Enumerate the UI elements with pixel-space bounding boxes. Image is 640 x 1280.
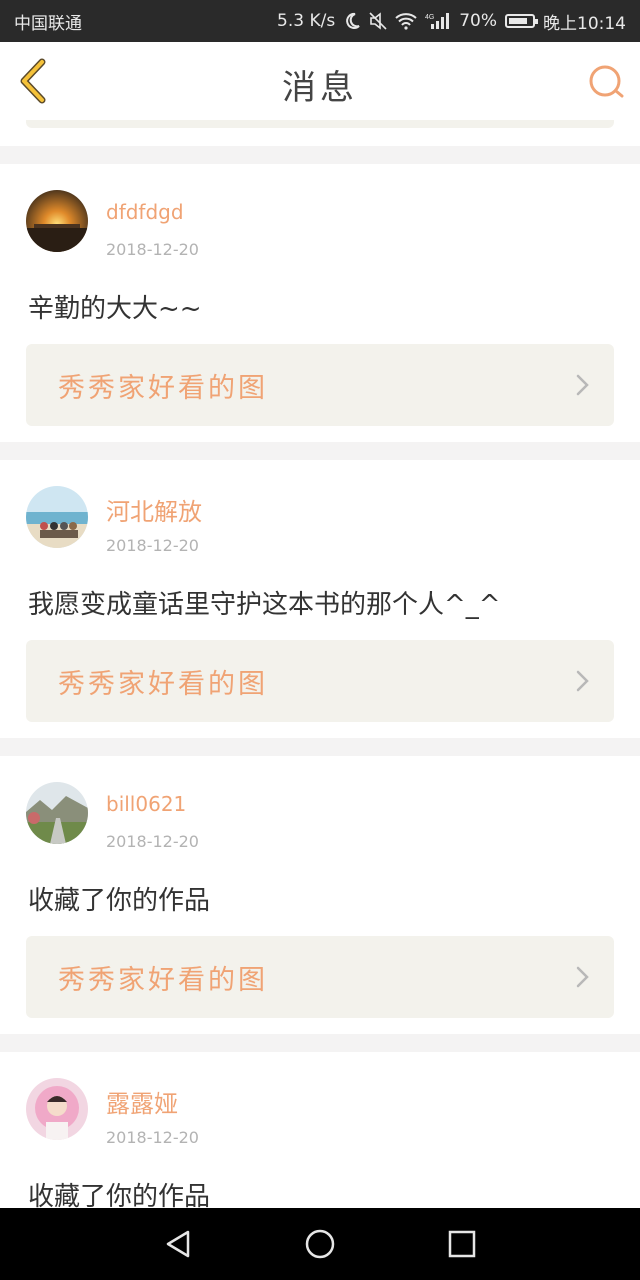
timestamp: 2018-12-20	[106, 832, 199, 851]
wifi-icon	[395, 12, 417, 30]
work-title: 秀秀家好看的图	[58, 669, 268, 700]
message-list[interactable]: dfdfdgd 2018-12-20 辛勤的大大~~ 秀秀家好看的图 河北解放	[0, 120, 640, 1208]
nav-home-button[interactable]	[300, 1224, 340, 1264]
avatar[interactable]	[26, 190, 88, 252]
nav-back-button[interactable]	[158, 1224, 198, 1264]
work-title: 秀秀家好看的图	[58, 373, 268, 404]
username[interactable]: 露露娅	[106, 1084, 178, 1119]
moon-icon	[343, 12, 361, 30]
timestamp: 2018-12-20	[106, 240, 199, 259]
message-text: 收藏了你的作品	[28, 1182, 211, 1208]
message-card: bill0621 2018-12-20 收藏了你的作品 秀秀家好看的图	[0, 756, 640, 1034]
message-card: 露露娅 2018-12-20 收藏了你的作品	[0, 1052, 640, 1208]
search-icon	[589, 65, 624, 98]
previous-work-card-tail	[26, 120, 614, 128]
nav-recents-button[interactable]	[442, 1224, 482, 1264]
svg-text:4G: 4G	[425, 14, 434, 21]
username[interactable]: bill0621	[106, 792, 186, 816]
avatar[interactable]	[26, 1078, 88, 1140]
message-text: 收藏了你的作品	[28, 886, 211, 916]
work-link[interactable]: 秀秀家好看的图	[26, 344, 614, 426]
clock: 晚上10:14	[543, 13, 626, 34]
search-button[interactable]	[586, 62, 626, 102]
message-text: 我愿变成童话里守护这本书的那个人^_^	[28, 590, 501, 620]
avatar[interactable]	[26, 486, 88, 548]
chevron-right-icon	[576, 670, 589, 692]
work-title: 秀秀家好看的图	[58, 965, 268, 996]
username[interactable]: 河北解放	[106, 492, 202, 527]
carrier-label: 中国联通	[14, 13, 82, 34]
triangle-back-icon	[166, 1230, 190, 1258]
mute-icon	[369, 12, 387, 30]
status-icons: 5.3 K/s 4G 70% 晚上10:14	[277, 9, 626, 34]
app-header: 消息	[0, 42, 640, 121]
battery-icon	[505, 14, 538, 28]
page-title: 消息	[282, 68, 358, 108]
chevron-right-icon	[576, 374, 589, 396]
square-recents-icon	[448, 1230, 476, 1258]
timestamp: 2018-12-20	[106, 536, 199, 555]
chevron-right-icon	[576, 966, 589, 988]
avatar[interactable]	[26, 782, 88, 844]
circle-home-icon	[305, 1229, 335, 1259]
timestamp: 2018-12-20	[106, 1128, 199, 1147]
battery-percent: 70%	[459, 11, 497, 31]
work-link[interactable]: 秀秀家好看的图	[26, 936, 614, 1018]
status-bar: 中国联通 5.3 K/s 4G 70% 晚上10:14	[0, 0, 640, 42]
message-card: dfdfdgd 2018-12-20 辛勤的大大~~ 秀秀家好看的图	[0, 164, 640, 442]
cell-signal-icon: 4G	[425, 12, 451, 30]
system-nav-bar	[0, 1208, 640, 1280]
network-speed: 5.3 K/s	[277, 11, 336, 31]
username[interactable]: dfdfdgd	[106, 200, 184, 224]
work-link[interactable]: 秀秀家好看的图	[26, 640, 614, 722]
message-card: 河北解放 2018-12-20 我愿变成童话里守护这本书的那个人^_^ 秀秀家好…	[0, 460, 640, 738]
message-text: 辛勤的大大~~	[28, 294, 202, 324]
